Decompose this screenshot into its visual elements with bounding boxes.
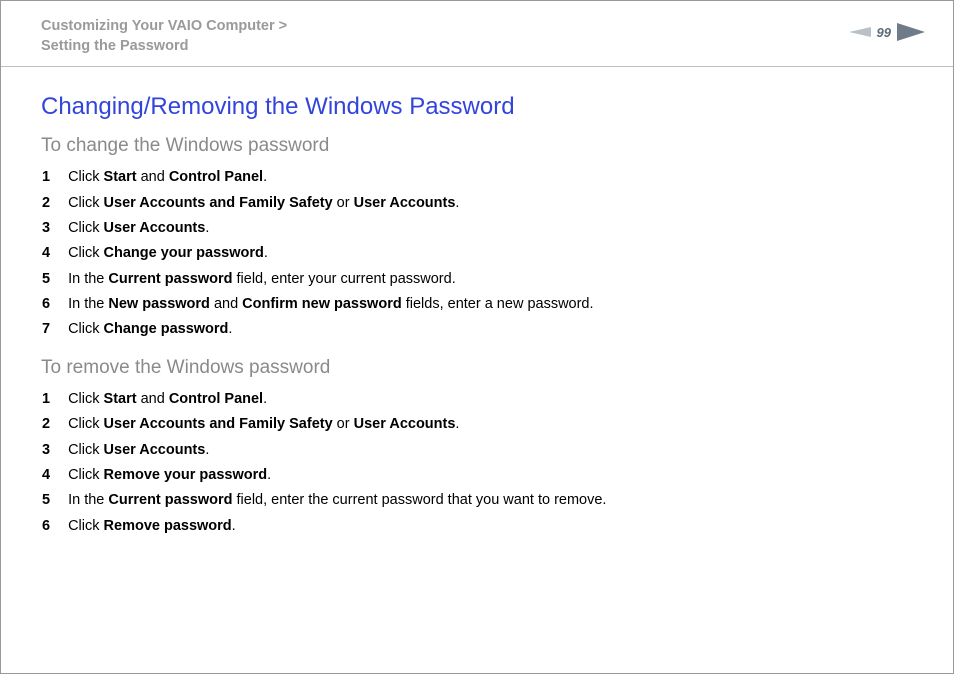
- step-row: 6Click Remove password.: [41, 514, 606, 539]
- step-number: 2: [41, 191, 68, 216]
- step-row: 7Click Change password.: [41, 317, 594, 342]
- step-text: Click Start and Control Panel.: [68, 387, 606, 412]
- step-text: Click User Accounts and Family Safety or…: [68, 412, 606, 437]
- step-number: 1: [41, 387, 68, 412]
- step-number: 1: [41, 165, 68, 190]
- page-header: Customizing Your VAIO Computer > Setting…: [1, 1, 953, 62]
- step-number: 4: [41, 241, 68, 266]
- step-text: In the Current password field, enter the…: [68, 488, 606, 513]
- page-content: Changing/Removing the Windows Password T…: [1, 67, 953, 539]
- step-row: 4Click Change your password.: [41, 241, 594, 266]
- step-row: 1Click Start and Control Panel.: [41, 387, 606, 412]
- subtitle-change: To change the Windows password: [41, 135, 913, 157]
- step-number: 7: [41, 317, 68, 342]
- step-text: In the New password and Confirm new pass…: [68, 292, 593, 317]
- next-page-icon[interactable]: [897, 23, 925, 41]
- step-text: Click User Accounts.: [68, 438, 606, 463]
- step-text: Click User Accounts.: [68, 216, 593, 241]
- step-text: Click Change your password.: [68, 241, 593, 266]
- header-right: 99: [849, 23, 925, 41]
- step-row: 5In the Current password field, enter th…: [41, 488, 606, 513]
- step-number: 5: [41, 488, 68, 513]
- step-number: 3: [41, 216, 68, 241]
- steps-remove: 1Click Start and Control Panel.2Click Us…: [41, 387, 606, 539]
- breadcrumb-line-1: Customizing Your VAIO Computer >: [41, 18, 287, 34]
- breadcrumb-line-2: Setting the Password: [41, 38, 188, 54]
- step-number: 2: [41, 412, 68, 437]
- step-text: Click Remove password.: [68, 514, 606, 539]
- step-number: 4: [41, 463, 68, 488]
- prev-page-icon[interactable]: [849, 25, 871, 39]
- step-row: 3Click User Accounts.: [41, 216, 594, 241]
- step-row: 2Click User Accounts and Family Safety o…: [41, 191, 594, 216]
- step-text: Click User Accounts and Family Safety or…: [68, 191, 593, 216]
- step-row: 2Click User Accounts and Family Safety o…: [41, 412, 606, 437]
- steps-change: 1Click Start and Control Panel.2Click Us…: [41, 165, 594, 343]
- step-number: 3: [41, 438, 68, 463]
- step-row: 1Click Start and Control Panel.: [41, 165, 594, 190]
- step-row: 4Click Remove your password.: [41, 463, 606, 488]
- page-number: 99: [877, 25, 891, 40]
- step-text: In the Current password field, enter you…: [68, 267, 593, 292]
- step-row: 6In the New password and Confirm new pas…: [41, 292, 594, 317]
- page-title: Changing/Removing the Windows Password: [41, 93, 913, 121]
- step-number: 5: [41, 267, 68, 292]
- step-row: 5In the Current password field, enter yo…: [41, 267, 594, 292]
- step-text: Click Change password.: [68, 317, 593, 342]
- subtitle-remove: To remove the Windows password: [41, 357, 913, 379]
- step-text: Click Start and Control Panel.: [68, 165, 593, 190]
- step-row: 3Click User Accounts.: [41, 438, 606, 463]
- breadcrumb: Customizing Your VAIO Computer > Setting…: [41, 17, 287, 56]
- step-text: Click Remove your password.: [68, 463, 606, 488]
- step-number: 6: [41, 292, 68, 317]
- step-number: 6: [41, 514, 68, 539]
